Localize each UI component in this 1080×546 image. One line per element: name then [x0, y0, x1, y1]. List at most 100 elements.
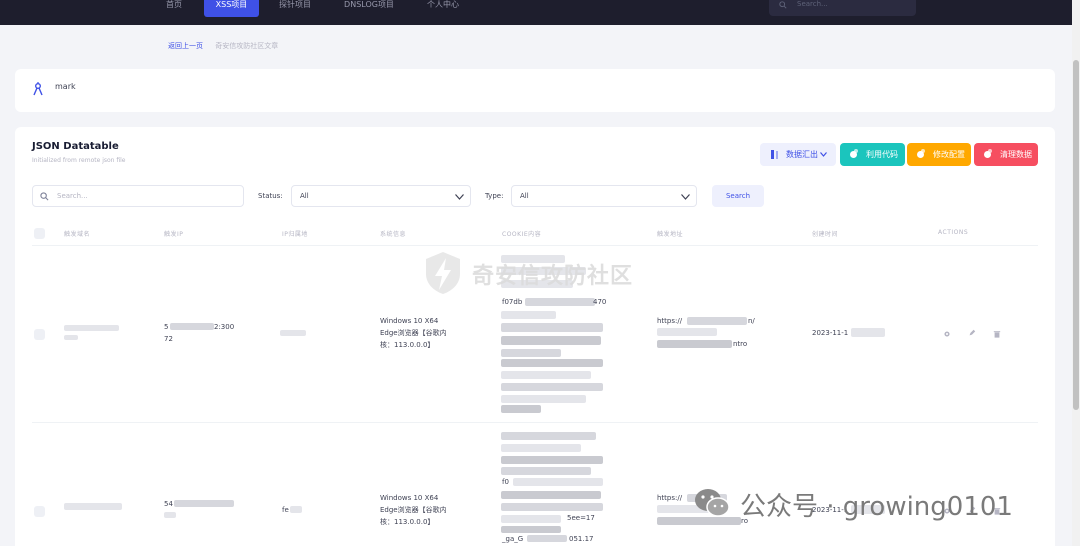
row-ip-line2: 72 — [164, 335, 173, 343]
cookie-fragment: 470 — [593, 298, 607, 306]
user-name: mark — [55, 82, 76, 91]
row-system-line2: Edge浏览器【谷歌内 — [380, 329, 447, 337]
compass-icon — [33, 82, 43, 96]
datatable-subtitle: Initialized from remote json file — [32, 157, 126, 164]
row-checkbox[interactable] — [34, 506, 45, 517]
row-url-suffix: n/ — [748, 317, 755, 325]
header-system-info[interactable]: 系统信息 — [380, 229, 406, 238]
redacted-location — [290, 506, 302, 513]
header-actions: ACTIONS — [938, 229, 969, 236]
pencil-icon[interactable] — [968, 329, 976, 337]
cookie-fragment: f0 — [502, 478, 509, 486]
row-checkbox[interactable] — [34, 329, 45, 340]
nav-profile[interactable]: 个人中心 — [418, 0, 468, 17]
row-system-line3: 核：113.0.0.0】 — [380, 518, 435, 526]
header-cookie[interactable]: COOKIE内容 — [502, 229, 541, 238]
header-ip-location[interactable]: IP归属地 — [282, 229, 308, 238]
table-search-input[interactable]: Search... — [32, 185, 244, 207]
chevron-down-icon — [455, 194, 464, 200]
row-ip: 5 — [164, 323, 169, 331]
row-created-time: 2023-11-1 — [812, 329, 849, 337]
nav-search-placeholder: Search... — [797, 0, 828, 8]
breadcrumb: 返回上一页 奇安信攻防社区文章 — [168, 41, 278, 51]
cookie-fragment: 5ee=17 — [567, 514, 595, 522]
cookie-fragment: f07db — [502, 298, 523, 306]
redacted-url — [687, 317, 747, 325]
row-url: https:// — [657, 317, 683, 325]
nav-search-input[interactable]: Search... — [769, 0, 916, 16]
row-url: https:// — [657, 494, 683, 502]
header-trigger-ip[interactable]: 触发IP — [164, 229, 183, 238]
nav-probe-project[interactable]: 探针项目 — [270, 0, 320, 17]
search-icon — [40, 192, 49, 201]
row-system-line2: Edge浏览器【谷歌内 — [380, 506, 447, 514]
chevron-down-icon — [681, 194, 690, 200]
toggle-dot-icon — [850, 149, 858, 158]
type-label: Type: — [485, 192, 504, 200]
chevron-down-icon — [820, 152, 827, 157]
row-url-tail: ntro — [733, 340, 748, 348]
watermark: 奇安信攻防社区 — [420, 250, 660, 296]
nav-dnslog-project[interactable]: DNSLOG项目 — [333, 0, 405, 17]
redacted-ip — [170, 323, 214, 330]
type-select[interactable]: All — [511, 185, 697, 207]
toggle-dot-icon — [984, 149, 992, 158]
clear-data-button[interactable]: 清理数据 — [974, 143, 1038, 166]
shield-logo-icon — [426, 252, 460, 294]
type-select-value: All — [520, 192, 529, 200]
payload-code-button[interactable]: 利用代码 — [840, 143, 905, 166]
top-navbar: 首页 XSS项目 探针项目 DNSLOG项目 个人中心 Search... — [0, 0, 1072, 25]
redacted-domain — [64, 503, 122, 510]
datatable-title: JSON Datatable — [32, 141, 119, 152]
edit-config-button[interactable]: 修改配置 — [907, 143, 971, 166]
wechat-footer-text: 公众号 · growing0101 — [740, 492, 1013, 522]
watermark-text: 奇安信攻防社区 — [472, 264, 634, 289]
row-system-line1: Windows 10 X64 — [380, 317, 439, 325]
row-system-line1: Windows 10 X64 — [380, 494, 439, 502]
row-divider — [32, 422, 1038, 423]
row-divider — [32, 245, 1038, 246]
header-created-time[interactable]: 创建时间 — [812, 229, 838, 238]
row-location: fe — [282, 506, 289, 514]
export-summary-button[interactable]: 数据汇出 — [760, 143, 836, 166]
header-trigger-url[interactable]: 触发地址 — [657, 229, 683, 238]
redacted-domain — [64, 325, 119, 331]
export-summary-label: 数据汇出 — [786, 150, 818, 159]
toggle-dot-icon — [917, 149, 925, 158]
nav-home[interactable]: 首页 — [155, 0, 193, 17]
status-select-value: All — [300, 192, 309, 200]
search-button[interactable]: Search — [712, 185, 764, 207]
clear-data-label: 清理数据 — [1000, 150, 1032, 159]
payload-code-label: 利用代码 — [866, 150, 898, 159]
redacted-location — [280, 330, 306, 336]
columns-icon — [771, 150, 778, 159]
user-card: mark — [15, 69, 1055, 112]
redacted-time — [851, 328, 885, 337]
row-ip: 54 — [164, 500, 173, 508]
redacted-ip — [164, 512, 176, 518]
status-select[interactable]: All — [291, 185, 471, 207]
edit-config-label: 修改配置 — [933, 150, 965, 159]
cookie-fragment: _ga_G — [502, 535, 524, 543]
trash-icon[interactable] — [993, 330, 1001, 338]
wechat-footer: 公众号 · growing0101 — [694, 484, 1054, 524]
gear-icon[interactable] — [943, 330, 951, 338]
breadcrumb-current: 奇安信攻防社区文章 — [215, 42, 279, 50]
redacted-domain — [64, 335, 78, 340]
header-trigger-domain[interactable]: 触发域名 — [64, 229, 90, 238]
scrollbar-thumb[interactable] — [1073, 60, 1079, 410]
redacted-ip — [174, 500, 234, 507]
redacted-url — [657, 328, 717, 336]
back-link[interactable]: 返回上一页 — [168, 42, 203, 50]
row-ip-tail: 2:300 — [214, 323, 235, 331]
status-label: Status: — [258, 192, 283, 200]
nav-xss-project[interactable]: XSS项目 — [204, 0, 259, 17]
redacted-url — [657, 340, 732, 348]
cookie-fragment: 051.17 — [569, 535, 594, 543]
table-search-placeholder: Search... — [57, 192, 88, 200]
row-system-line3: 核：113.0.0.0】 — [380, 341, 435, 349]
search-icon — [779, 1, 787, 9]
wechat-icon — [695, 489, 730, 517]
select-all-checkbox[interactable] — [34, 228, 45, 239]
vertical-scrollbar[interactable] — [1072, 0, 1080, 546]
